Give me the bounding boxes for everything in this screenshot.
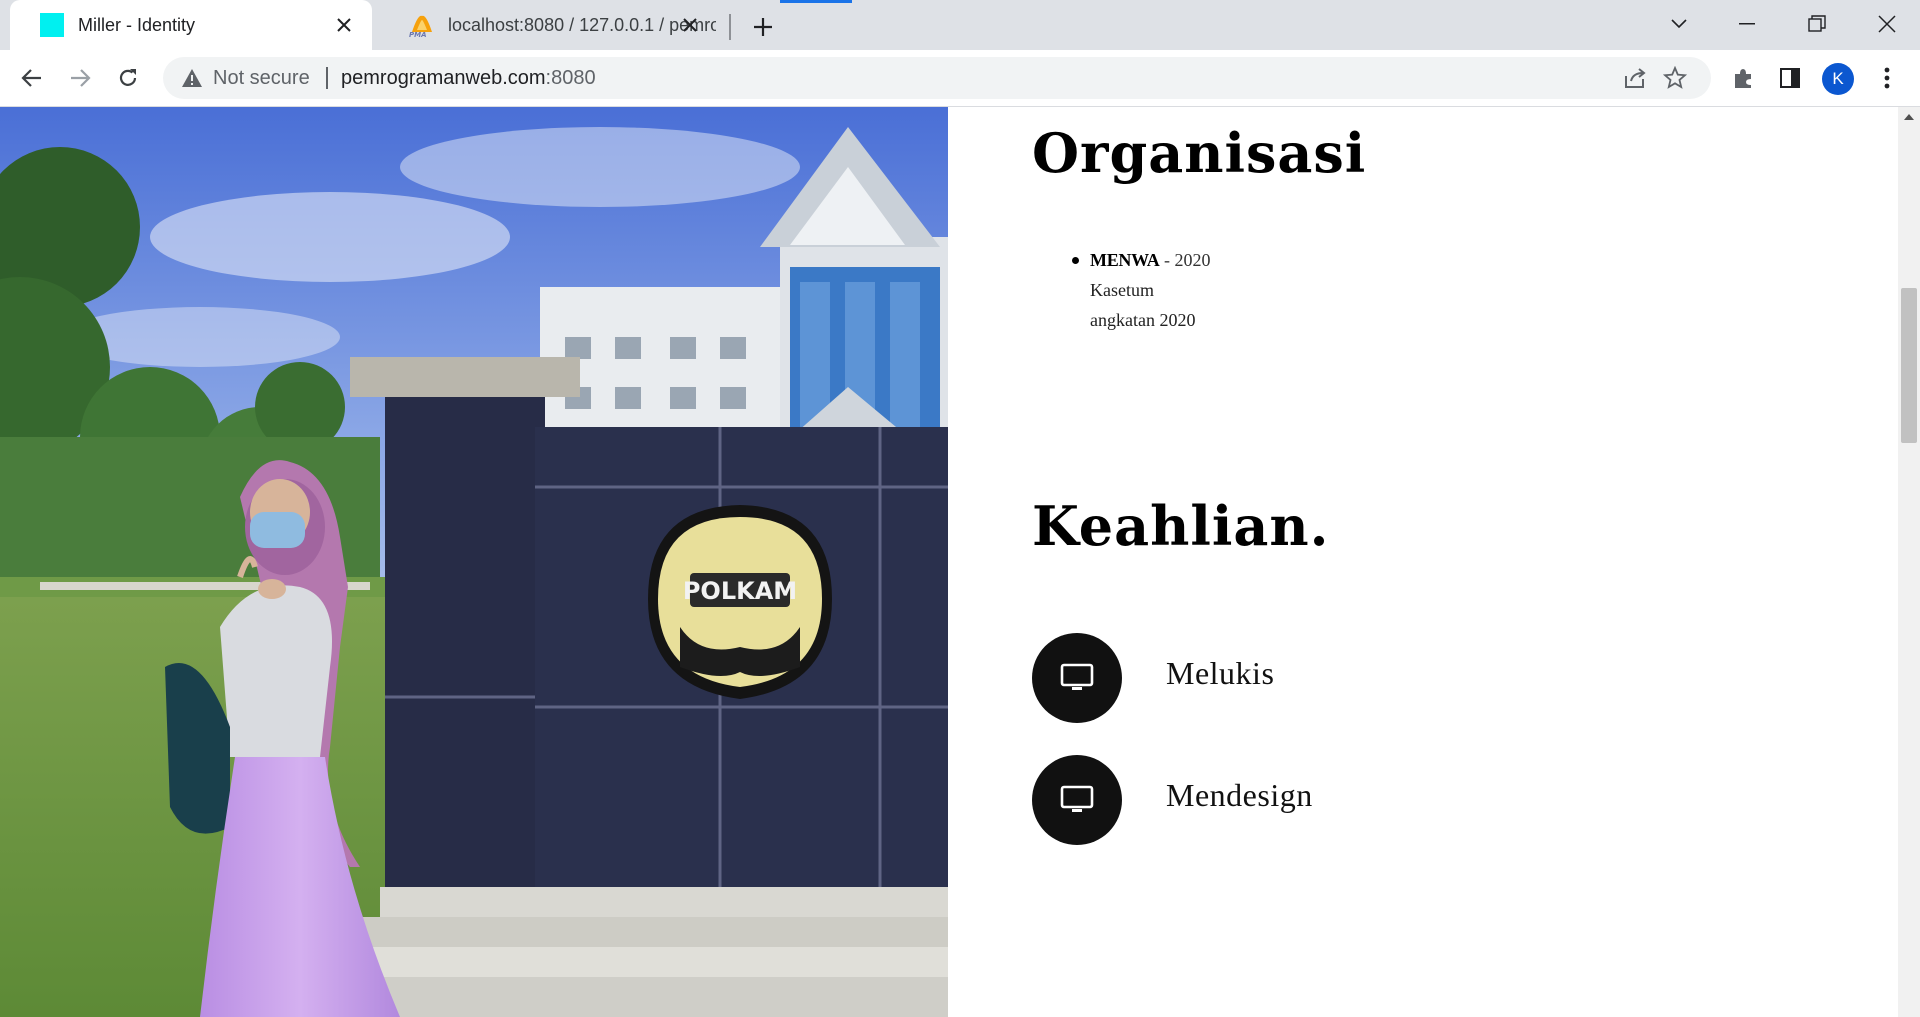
side-panel-icon[interactable] [1777, 65, 1803, 91]
monitor-icon [1060, 663, 1094, 690]
page-scrollbar[interactable] [1898, 107, 1920, 1017]
profile-avatar[interactable]: K [1822, 63, 1854, 95]
scrollbar-thumb[interactable] [1901, 288, 1917, 443]
menu-kebab-icon[interactable] [1874, 65, 1900, 91]
tab-title: Miller - Identity [78, 14, 196, 35]
url-text[interactable]: pemrogramanweb.com:8080 [341, 67, 596, 90]
tab-miller-identity[interactable]: Miller - Identity [10, 0, 372, 50]
forward-button[interactable] [62, 60, 98, 96]
skill-item-mendesign: Mendesign [1032, 755, 1432, 845]
extensions-puzzle-icon[interactable] [1730, 65, 1756, 91]
tab-phpmyadmin[interactable]: PMA localhost:8080 / 127.0.0.1 / pemrogr… [378, 0, 718, 50]
minimize-button[interactable] [1722, 6, 1772, 42]
svg-text:PMA: PMA [409, 31, 427, 38]
tab-separator [729, 14, 731, 40]
new-tab-button[interactable] [746, 10, 780, 44]
close-window-button[interactable] [1862, 6, 1912, 42]
monitor-icon [1060, 785, 1094, 812]
organisasi-list: MENWA - 2020 Kasetum angkatan 2020 [1072, 245, 1211, 335]
list-item: MENWA - 2020 Kasetum angkatan 2020 [1072, 245, 1211, 335]
url-port: :8080 [545, 67, 596, 89]
scroll-up-arrow-icon[interactable] [1904, 114, 1914, 120]
tab-title: localhost:8080 / 127.0.0.1 / pemrograman… [448, 14, 716, 35]
browser-toolbar: Not secure pemrogramanweb.com:8080 K [0, 50, 1920, 107]
profile-photo: POLKAM [0, 107, 948, 1017]
resume-content: Organisasi MENWA - 2020 Kasetum angkatan… [948, 107, 1898, 1017]
address-bar[interactable]: Not secure pemrogramanweb.com:8080 [163, 57, 1711, 99]
url-host: pemrogramanweb.com [341, 67, 546, 89]
page-viewport: POLKAM Organisasi MENWA - 2020 Kasetum a… [0, 107, 1898, 1017]
tab-loading-indicator [780, 0, 852, 3]
close-tab-icon[interactable] [332, 13, 356, 37]
warning-icon[interactable] [181, 68, 203, 88]
org-separator: - [1159, 250, 1175, 270]
skill-item-melukis: Melukis [1032, 633, 1432, 723]
org-name: MENWA [1090, 250, 1160, 270]
list-bullet [1072, 257, 1079, 264]
omnibox-divider [326, 67, 328, 89]
skill-label: Melukis [1166, 655, 1275, 691]
restore-button[interactable] [1792, 6, 1842, 42]
organisasi-heading: Organisasi [1032, 121, 1367, 185]
keahlian-heading: Keahlian. [1032, 494, 1330, 558]
reload-button[interactable] [110, 60, 146, 96]
org-detail: angkatan 2020 [1090, 310, 1196, 330]
tab-search-button[interactable] [1654, 6, 1704, 42]
site-favicon-icon [40, 13, 64, 37]
close-tab-icon[interactable] [678, 13, 702, 37]
share-icon[interactable] [1623, 66, 1647, 90]
bookmark-star-icon[interactable] [1663, 66, 1687, 90]
skill-label: Mendesign [1166, 777, 1313, 813]
emblem-text: POLKAM [683, 577, 797, 605]
org-role: Kasetum [1090, 280, 1154, 300]
security-status-text[interactable]: Not secure [213, 67, 310, 90]
phpmyadmin-favicon-icon: PMA [408, 12, 436, 39]
tab-strip: Miller - Identity PMA localhost:8080 / 1… [0, 0, 1920, 50]
skill-icon-circle [1032, 633, 1122, 723]
skill-icon-circle [1032, 755, 1122, 845]
org-year: 2020 [1174, 250, 1211, 270]
back-button[interactable] [14, 60, 50, 96]
